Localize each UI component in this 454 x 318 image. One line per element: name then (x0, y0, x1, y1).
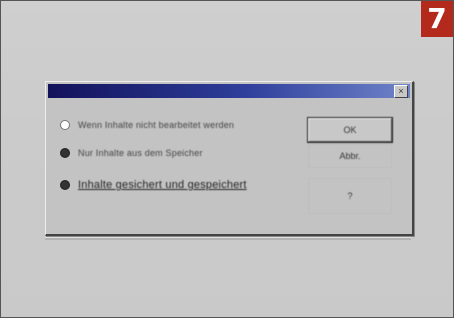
close-button[interactable]: × (394, 85, 408, 98)
option-1-label: Wenn Inhalte nicht bearbeitet werden (78, 120, 235, 130)
screenshot-frame: 7 × Wenn Inhalte nicht bearbeitet werden… (0, 0, 454, 318)
close-icon: × (398, 86, 404, 96)
option-2[interactable]: Nur Inhalte aus dem Speicher (60, 144, 310, 162)
radio-button-2[interactable] (60, 148, 70, 158)
option-3-label: Inhalte gesichert und gespeichert (78, 179, 247, 191)
step-badge: 7 (421, 1, 453, 37)
radio-button-1[interactable] (60, 120, 70, 130)
cancel-button[interactable]: Abbr. (308, 144, 392, 168)
dialog-titlebar[interactable]: × (48, 84, 410, 98)
ok-button[interactable]: OK (307, 117, 393, 143)
options-dialog: × Wenn Inhalte nicht bearbeitet werden N… (45, 81, 414, 236)
option-1[interactable]: Wenn Inhalte nicht bearbeitet werden (60, 116, 310, 134)
option-3[interactable]: Inhalte gesichert und gespeichert (60, 176, 310, 194)
help-button[interactable]: ? (308, 178, 392, 214)
radio-button-3[interactable] (60, 180, 70, 190)
divider (45, 237, 411, 240)
option-2-label: Nur Inhalte aus dem Speicher (78, 148, 203, 158)
